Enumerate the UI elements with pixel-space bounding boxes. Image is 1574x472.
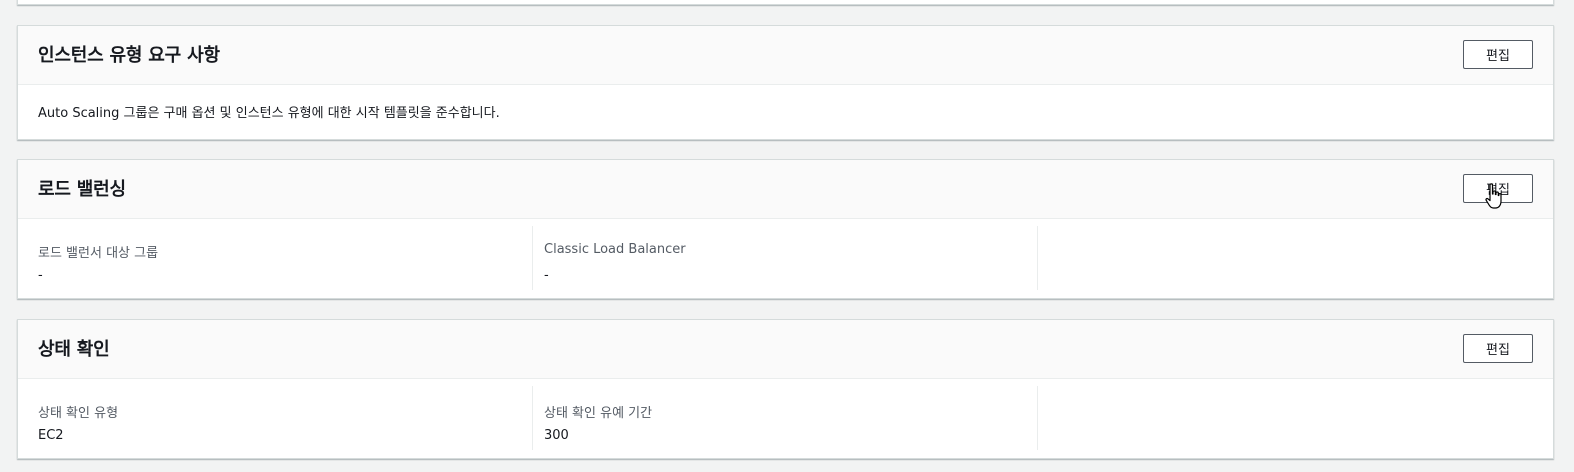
panel-title: 로드 밸런싱	[38, 179, 126, 200]
page: 인스턴스 유형 요구 사항 편집 Auto Scaling 그룹은 구매 옵션 …	[0, 0, 1574, 472]
field-value: -	[544, 268, 549, 283]
panel-header: 인스턴스 유형 요구 사항 편집	[18, 26, 1553, 85]
empty-column	[1037, 226, 1542, 290]
panel-title: 인스턴스 유형 요구 사항	[38, 45, 220, 66]
target-groups-field: 로드 밸런서 대상 그룹 -	[18, 226, 523, 290]
field-label: 상태 확인 유예 기간	[544, 406, 653, 421]
field-label: 로드 밸런서 대상 그룹	[38, 246, 159, 261]
edit-load-balancing-button[interactable]: 편집	[1463, 174, 1533, 203]
panel-header: 상태 확인 편집	[18, 320, 1553, 379]
classic-load-balancer-field: Classic Load Balancer -	[532, 226, 1037, 290]
field-value: 300	[544, 428, 569, 443]
load-balancing-fields: 로드 밸런서 대상 그룹 - Classic Load Balancer -	[18, 220, 1553, 290]
field-value: -	[38, 268, 43, 283]
load-balancing-panel: 로드 밸런싱 편집 로드 밸런서 대상 그룹 - Classic Load Ba…	[17, 159, 1554, 299]
instance-type-requirements-panel: 인스턴스 유형 요구 사항 편집 Auto Scaling 그룹은 구매 옵션 …	[17, 25, 1554, 140]
health-check-fields: 상태 확인 유형 EC2 상태 확인 유예 기간 300	[18, 380, 1553, 450]
panel-title: 상태 확인	[38, 339, 110, 360]
health-check-grace-period-field: 상태 확인 유예 기간 300	[532, 386, 1037, 450]
edit-health-check-button[interactable]: 편집	[1463, 334, 1533, 363]
empty-column	[1037, 386, 1542, 450]
previous-panel	[17, 0, 1554, 5]
field-value: EC2	[38, 428, 64, 443]
health-check-type-field: 상태 확인 유형 EC2	[18, 386, 523, 450]
edit-instance-requirements-button[interactable]: 편집	[1463, 40, 1533, 69]
field-label: Classic Load Balancer	[544, 242, 686, 257]
instance-requirements-description: Auto Scaling 그룹은 구매 옵션 및 인스턴스 유형에 대한 시작 …	[38, 106, 500, 121]
health-check-panel: 상태 확인 편집 상태 확인 유형 EC2 상태 확인 유예 기간 300	[17, 319, 1554, 459]
field-label: 상태 확인 유형	[38, 406, 119, 421]
panel-header: 로드 밸런싱 편집	[18, 160, 1553, 219]
